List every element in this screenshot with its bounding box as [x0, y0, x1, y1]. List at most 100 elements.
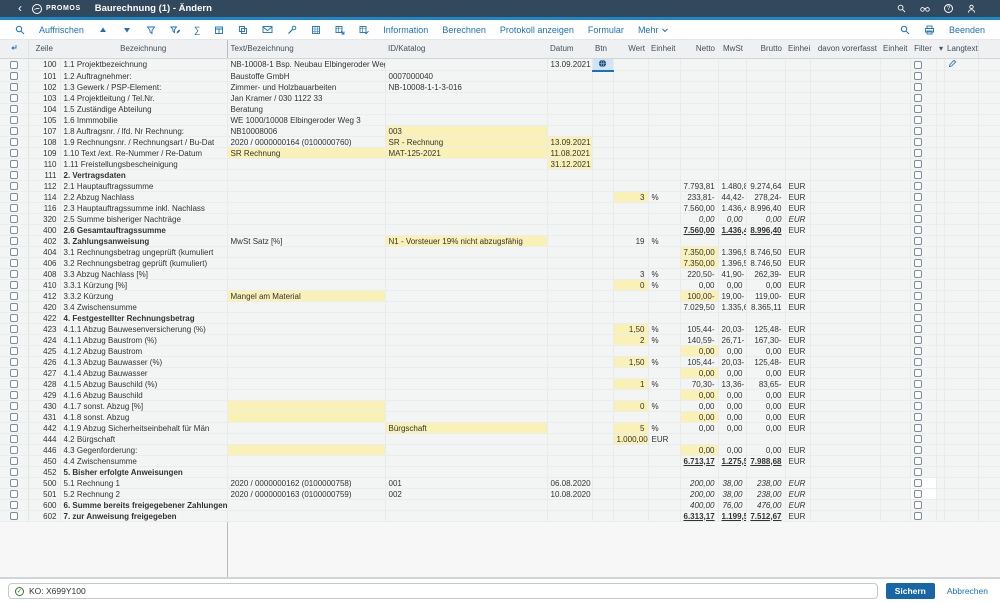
row-checkbox[interactable] — [10, 314, 18, 322]
row-checkbox[interactable] — [10, 171, 18, 179]
row-checkbox[interactable] — [10, 237, 18, 245]
row-checkbox[interactable] — [10, 116, 18, 124]
filter-checkbox[interactable] — [914, 237, 922, 245]
row-checkbox[interactable] — [10, 446, 18, 454]
filter-checkbox[interactable] — [914, 204, 922, 212]
filter-checkbox[interactable] — [914, 435, 922, 443]
grid-icon[interactable] — [304, 25, 328, 35]
filter-checkbox[interactable] — [914, 490, 922, 498]
filter-checkbox[interactable] — [914, 259, 922, 267]
wert-cell[interactable]: 1,50 — [613, 324, 648, 335]
netto-cell[interactable]: 7.350,00 — [680, 258, 718, 269]
filter-checkbox[interactable] — [914, 424, 922, 432]
netto-cell[interactable]: 0,00 — [680, 346, 718, 357]
beenden-button[interactable]: Beenden — [942, 25, 992, 35]
select-all-icon[interactable] — [0, 40, 28, 58]
row-checkbox[interactable] — [10, 303, 18, 311]
formular-button[interactable]: Formular — [581, 25, 631, 35]
filter-checkbox[interactable] — [914, 248, 922, 256]
filter-checkbox[interactable] — [914, 193, 922, 201]
berechnen-button[interactable]: Berechnen — [435, 25, 493, 35]
row-checkbox[interactable] — [10, 479, 18, 487]
calendar-icon[interactable] — [207, 25, 231, 35]
profile-icon[interactable] — [967, 4, 976, 13]
wert-cell[interactable]: 0 — [613, 401, 648, 412]
netto-cell[interactable]: 0,00 — [680, 445, 718, 456]
row-checkbox[interactable] — [10, 248, 18, 256]
filter-checkbox[interactable] — [914, 281, 922, 289]
row-checkbox[interactable] — [10, 424, 18, 432]
row-checkbox[interactable] — [10, 61, 18, 69]
filter-checkbox[interactable] — [914, 391, 922, 399]
row-checkbox[interactable] — [10, 325, 18, 333]
search-icon[interactable] — [897, 4, 906, 13]
save-button[interactable]: Sichern — [886, 583, 935, 599]
row-checkbox[interactable] — [10, 468, 18, 476]
row-checkbox[interactable] — [10, 182, 18, 190]
text-bezeichnung-cell[interactable] — [227, 401, 385, 412]
filter-checkbox[interactable] — [914, 380, 922, 388]
btn-cell[interactable] — [592, 58, 613, 71]
row-checkbox[interactable] — [10, 259, 18, 267]
row-checkbox[interactable] — [10, 292, 18, 300]
sort-descending-icon[interactable] — [115, 25, 139, 35]
row-checkbox[interactable] — [10, 149, 18, 157]
row-checkbox[interactable] — [10, 358, 18, 366]
filter-checkbox[interactable] — [914, 446, 922, 454]
text-bezeichnung-cell[interactable] — [227, 412, 385, 423]
row-checkbox[interactable] — [10, 160, 18, 168]
copy-icon[interactable] — [231, 25, 255, 35]
filter-checkbox[interactable] — [914, 303, 922, 311]
search-icon[interactable] — [8, 25, 32, 35]
back-icon[interactable]: ‹ — [18, 3, 22, 13]
filter-checkbox[interactable] — [914, 336, 922, 344]
filter-checkbox[interactable] — [914, 501, 922, 509]
row-checkbox[interactable] — [10, 501, 18, 509]
wert-cell[interactable]: 1.000,00 — [613, 434, 648, 445]
row-checkbox[interactable] — [10, 215, 18, 223]
filter-checkbox[interactable] — [914, 347, 922, 355]
information-button[interactable]: Information — [376, 25, 435, 35]
text-bezeichnung-cell[interactable]: SR Rechnung — [227, 148, 385, 159]
row-checkbox[interactable] — [10, 226, 18, 234]
filter-checkbox[interactable] — [914, 83, 922, 91]
filter-icon[interactable] — [139, 25, 163, 35]
id-katalog-cell[interactable]: Bürgschaft — [385, 423, 547, 434]
row-checkbox[interactable] — [10, 193, 18, 201]
datum-cell[interactable]: 13.09.2021 — [547, 137, 592, 148]
filter-checkbox[interactable] — [914, 468, 922, 476]
table-import-icon[interactable] — [352, 25, 376, 35]
filter-checkbox[interactable] — [914, 160, 922, 168]
row-checkbox[interactable] — [10, 127, 18, 135]
netto-cell[interactable]: 7.350,00 — [680, 247, 718, 258]
row-checkbox[interactable] — [10, 72, 18, 80]
row-checkbox[interactable] — [10, 270, 18, 278]
filter-checkbox[interactable] — [914, 149, 922, 157]
filter-edit-icon[interactable] — [163, 25, 187, 35]
protokoll-anzeigen-button[interactable]: Protokoll anzeigen — [493, 25, 581, 35]
row-checkbox[interactable] — [10, 435, 18, 443]
wert-cell[interactable]: 1 — [613, 379, 648, 390]
filter-checkbox[interactable] — [914, 292, 922, 300]
tools-icon[interactable] — [280, 25, 304, 35]
text-bezeichnung-cell[interactable] — [227, 445, 385, 456]
filter-checkbox[interactable] — [914, 127, 922, 135]
row-checkbox[interactable] — [10, 83, 18, 91]
filter-checkbox[interactable] — [914, 105, 922, 113]
help-icon[interactable]: ? — [944, 4, 953, 13]
row-checkbox[interactable] — [10, 336, 18, 344]
filter-checkbox[interactable] — [914, 116, 922, 124]
row-checkbox[interactable] — [10, 138, 18, 146]
filter-checkbox[interactable] — [914, 314, 922, 322]
filter-checkbox[interactable] — [914, 61, 922, 69]
filter-checkbox[interactable] — [914, 72, 922, 80]
langtext-cell[interactable] — [944, 58, 978, 71]
netto-cell[interactable]: 0,00 — [680, 368, 718, 379]
row-checkbox[interactable] — [10, 105, 18, 113]
column-sort-caret-icon[interactable]: ▾ — [936, 40, 944, 58]
row-checkbox[interactable] — [10, 94, 18, 102]
row-checkbox[interactable] — [10, 347, 18, 355]
filter-checkbox[interactable] — [914, 457, 922, 465]
filter-checkbox[interactable] — [914, 226, 922, 234]
filter-checkbox[interactable] — [914, 215, 922, 223]
